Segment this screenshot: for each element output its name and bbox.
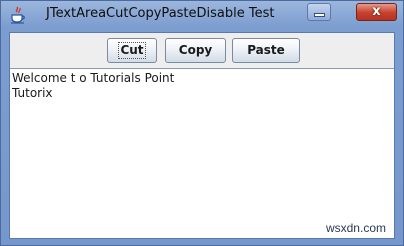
window-title: JTextAreaCutCopyPasteDisable Test (46, 6, 275, 21)
text-line: Tutorix (12, 86, 53, 100)
close-button[interactable]: x (356, 3, 397, 21)
text-area[interactable]: Welcome t o Tutorials Point Tutorix wsxd… (10, 68, 394, 238)
title-bar[interactable]: JTextAreaCutCopyPasteDisable Test x (1, 1, 403, 31)
button-panel: Cut Copy Paste (10, 33, 394, 68)
cut-button[interactable]: Cut (107, 38, 157, 63)
watermark: wsxdn.com (325, 221, 386, 235)
paste-button-label: Paste (247, 43, 285, 57)
close-icon: x (372, 4, 381, 19)
java-cup-icon (11, 6, 25, 24)
minimize-button[interactable] (307, 3, 331, 21)
content-pane: Cut Copy Paste Welcome t o Tutorials Poi… (9, 32, 395, 239)
cut-button-label: Cut (118, 42, 146, 59)
text-line: Welcome t o Tutorials Point (12, 71, 175, 85)
application-window: JTextAreaCutCopyPasteDisable Test x Cut … (0, 0, 404, 246)
paste-button[interactable]: Paste (232, 38, 300, 63)
copy-button-label: Copy (178, 43, 213, 57)
copy-button[interactable]: Copy (165, 38, 226, 63)
